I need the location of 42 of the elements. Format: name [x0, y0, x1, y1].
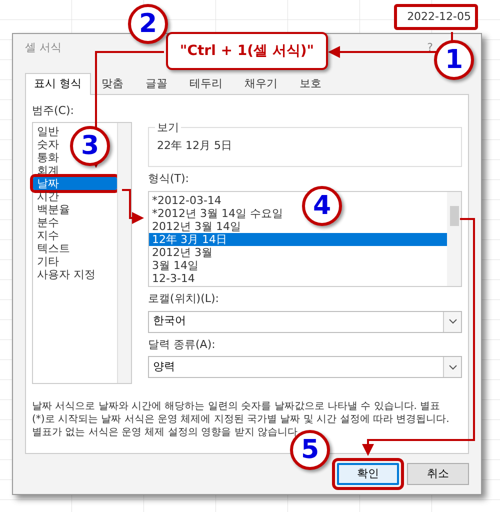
tab[interactable]: 맞춤 [90, 74, 134, 94]
category-label: 범주(C): [32, 103, 75, 119]
date-cell[interactable]: 2022-12-05 [394, 4, 478, 30]
category-item[interactable]: 통화 [33, 150, 59, 164]
scrollbar[interactable] [447, 192, 461, 286]
tab[interactable]: 테두리 [178, 74, 234, 94]
field-label: 형식(T): [148, 170, 190, 186]
field-label: 달력 종류(A): [148, 336, 216, 352]
dialog-button[interactable]: 취소 [407, 463, 469, 485]
format-item[interactable]: 3월 14일 [149, 259, 198, 272]
field-label: 로캘(위치)(L): [148, 291, 220, 307]
category-item[interactable]: 날짜 [33, 176, 117, 190]
locale-dropdown[interactable]: 한국어 [148, 310, 462, 332]
format-item[interactable]: *2012년 3월 14일 수요일 [149, 207, 283, 220]
chevron-down-icon [443, 357, 461, 377]
category-item[interactable]: 숫자 [33, 138, 59, 150]
connector-arrow [122, 189, 144, 224]
calendar-dropdown[interactable]: 양력 [148, 356, 462, 378]
category-item[interactable]: 일반 [33, 124, 59, 138]
dialog-title: 셀 서식 [25, 40, 62, 56]
tab[interactable]: 채우기 [234, 74, 288, 94]
category-item[interactable]: 지수 [33, 228, 59, 242]
format-item[interactable]: 2012년 3월 [149, 246, 212, 259]
tab[interactable]: 글꼴 [134, 74, 178, 94]
category-item[interactable]: 텍스트 [33, 242, 70, 254]
category-item[interactable]: 기타 [33, 254, 59, 268]
category-item[interactable]: 시간 [33, 190, 59, 202]
category-item[interactable]: 분수 [33, 216, 59, 228]
format-item[interactable]: 12年 3月 14日 [149, 233, 447, 246]
scrollbar[interactable] [117, 122, 131, 382]
format-item[interactable]: *2012-03-14 [149, 194, 222, 207]
format-item[interactable]: 12-3-14 [149, 272, 195, 285]
tab[interactable]: 보호 [288, 74, 332, 94]
category-item[interactable]: 백분율 [33, 202, 70, 216]
callout-label: "Ctrl + 1(셀 서식)" [166, 32, 328, 70]
tab[interactable]: 표시 형식 [25, 73, 90, 95]
format-item[interactable]: 2012년 3월 14일 [149, 220, 241, 233]
category-item[interactable]: 사용자 지정 [33, 268, 96, 280]
group-label: 보기 [155, 120, 181, 136]
scrollbar-thumb[interactable] [450, 206, 458, 226]
preview-value: 22年 12月 5日 [157, 138, 232, 154]
chevron-down-icon [443, 312, 461, 332]
